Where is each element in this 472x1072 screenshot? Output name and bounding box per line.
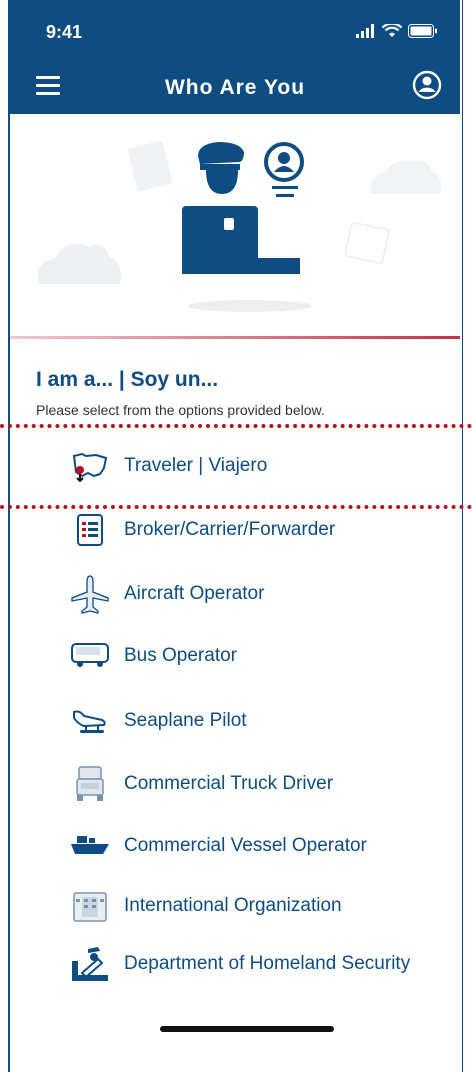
document-bg-icon (127, 140, 173, 192)
home-indicator[interactable] (160, 1026, 334, 1032)
section-heading: I am a... | Soy un... (36, 368, 219, 391)
folder-bg-icon (344, 221, 390, 265)
option-label: Commercial Truck Driver (124, 773, 334, 794)
option-label: Commercial Vessel Operator (124, 835, 367, 856)
option-seaplane-pilot[interactable]: Seaplane Pilot (68, 701, 247, 741)
option-label: Seaplane Pilot (124, 710, 247, 731)
officer-illustration (38, 140, 441, 312)
cloud-left-icon (38, 243, 121, 284)
section-subtext: Please select from the options provided … (36, 402, 325, 418)
selection-dashed-border-top (0, 424, 472, 428)
page-title: Who Are You (164, 76, 306, 99)
airplane-icon (68, 574, 112, 614)
navigation-bar: Who Are You (10, 66, 460, 110)
status-time: 9:41 (46, 22, 83, 42)
section-divider (10, 336, 460, 339)
option-label: International Organization (124, 895, 342, 916)
option-label: Bus Operator (124, 645, 237, 666)
document-list-icon (68, 510, 112, 550)
truck-icon (68, 764, 112, 804)
profile-icon[interactable] (412, 70, 442, 100)
option-label: Department of Homeland Security (124, 953, 411, 974)
officer-desk-icon (68, 944, 112, 984)
left-frame (0, 0, 10, 1072)
right-frame (462, 0, 472, 1072)
option-international-organization[interactable]: International Organization (68, 886, 342, 926)
hero-illustration (10, 114, 460, 336)
ship-icon (68, 826, 112, 866)
status-bar: 9:41 (10, 22, 460, 46)
status-icons (356, 24, 438, 38)
cellular-signal-icon (356, 24, 374, 38)
option-label: Traveler | Viajero (124, 455, 268, 476)
option-aircraft-operator[interactable]: Aircraft Operator (68, 574, 264, 614)
building-icon (68, 886, 112, 926)
battery-icon (408, 24, 437, 38)
map-pin-icon (68, 446, 112, 486)
option-label: Broker/Carrier/Forwarder (124, 519, 336, 540)
option-commercial-truck-driver[interactable]: Commercial Truck Driver (68, 764, 333, 804)
cloud-right-icon (370, 160, 441, 194)
bus-icon (68, 636, 112, 676)
option-bus-operator[interactable]: Bus Operator (68, 636, 237, 676)
seaplane-icon (68, 701, 112, 741)
selection-dashed-border-bottom (0, 505, 472, 509)
option-label: Aircraft Operator (124, 583, 265, 604)
option-broker-carrier-forwarder[interactable]: Broker/Carrier/Forwarder (68, 510, 335, 550)
top-bar: 9:41 Who Are You (10, 0, 460, 114)
option-department-homeland-security[interactable]: Department of Homeland Security (68, 944, 410, 984)
option-commercial-vessel-operator[interactable]: Commercial Vessel Operator (68, 826, 367, 866)
option-traveler[interactable]: Traveler | Viajero (68, 446, 267, 486)
wifi-icon (382, 24, 402, 37)
app-screen: 9:41 Who Are You I am a... | Soy un... P… (0, 0, 472, 1072)
